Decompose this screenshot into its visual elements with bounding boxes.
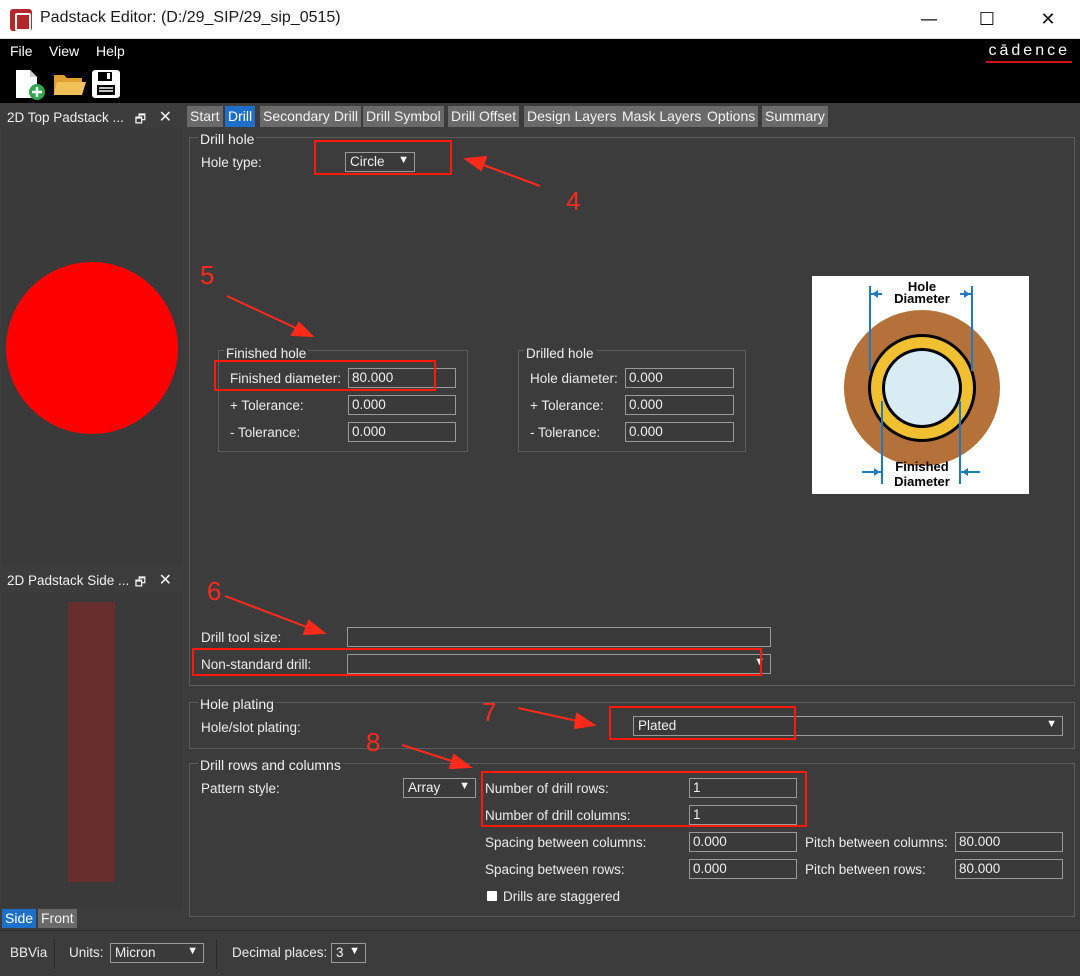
save-icon[interactable] [90, 68, 124, 100]
cadence-logo: cādence [988, 42, 1070, 59]
decimal-places-select[interactable]: 3 ▼ [331, 943, 366, 963]
minimize-button[interactable]: — [900, 0, 958, 39]
drill-rows-title: Drill rows and columns [198, 757, 343, 773]
drilled-minus-tolerance-label: - Tolerance: [530, 425, 601, 440]
drill-hole-title: Drill hole [198, 131, 257, 147]
tab-design-layers[interactable]: Design Layers [524, 106, 620, 127]
annotation-4: 4 [566, 186, 581, 216]
top-view-pane-header: 2D Top Padstack ... 🗗 ✕ [2, 106, 182, 128]
top-view-canvas [2, 128, 182, 564]
annotation-5: 5 [200, 260, 215, 290]
drill-tool-size-label: Drill tool size: [201, 630, 282, 645]
toolbar [0, 65, 1080, 103]
chevron-down-icon: ▼ [187, 945, 198, 957]
side-view-canvas [2, 592, 182, 908]
tab-options[interactable]: Options [704, 106, 759, 127]
chevron-down-icon: ▼ [459, 780, 470, 792]
hole-diagram: Hole Diameter Finished Diameter [812, 276, 1029, 494]
annotation-box-drill-count [481, 771, 807, 827]
pattern-style-select[interactable]: Array ▼ [403, 778, 476, 798]
annotation-6: 6 [207, 576, 222, 606]
annotation-box-hole-type [314, 140, 452, 175]
pattern-style-label: Pattern style: [201, 781, 280, 796]
pitch-columns-input[interactable]: 80.000 [955, 832, 1063, 852]
tab-drill-offset[interactable]: Drill Offset [448, 106, 520, 127]
diagram-finished-diameter-label: Diameter [894, 474, 950, 489]
hole-diameter-input[interactable]: 0.000 [625, 368, 734, 388]
chevron-down-icon: ▼ [1046, 718, 1057, 730]
tab-secondary-drill[interactable]: Secondary Drill [260, 106, 361, 127]
units-select[interactable]: Micron ▼ [110, 943, 204, 963]
spacing-rows-label: Spacing between rows: [485, 862, 625, 877]
drilled-plus-tolerance-label: + Tolerance: [530, 398, 604, 413]
undock-icon[interactable]: 🗗 [135, 573, 146, 594]
decimal-places-label: Decimal places: [232, 945, 328, 960]
window-title: Padstack Editor: (D:/29_SIP/29_sip_0515) [40, 9, 341, 26]
pitch-rows-label: Pitch between rows: [805, 862, 926, 877]
pad-circle [6, 262, 178, 434]
diagram-diameter-label: Diameter [894, 291, 950, 306]
annotation-box-finished-diameter [214, 360, 436, 391]
tab-drill[interactable]: Drill [225, 106, 256, 127]
maximize-button[interactable]: ☐ [958, 0, 1016, 39]
app-icon [10, 9, 32, 31]
diagram-finished-label: Finished [895, 459, 949, 474]
open-folder-icon[interactable] [52, 69, 88, 99]
cadence-logo-underline [986, 61, 1072, 63]
divider [54, 939, 55, 969]
hole-slot-plating-label: Hole/slot plating: [201, 720, 301, 735]
annotation-7: 7 [482, 697, 497, 727]
finished-plus-tolerance-label: + Tolerance: [230, 398, 304, 413]
spacing-columns-input[interactable]: 0.000 [689, 832, 797, 852]
close-pane-icon[interactable]: ✕ [159, 107, 172, 127]
menu-file[interactable]: File [10, 43, 33, 59]
side-view-pane-title: 2D Padstack Side ... [7, 573, 130, 588]
status-bar: BBVia Units: Micron ▼ Decimal places: 3 ▼ [0, 930, 1080, 976]
tab-mask-layers[interactable]: Mask Layers [619, 106, 705, 127]
finished-plus-tolerance-input[interactable]: 0.000 [348, 395, 456, 415]
tab-drill-symbol[interactable]: Drill Symbol [363, 106, 444, 127]
drilled-plus-tolerance-input[interactable]: 0.000 [625, 395, 734, 415]
side-view-pane-header: 2D Padstack Side ... 🗗 ✕ [2, 569, 182, 591]
tab-front[interactable]: Front [38, 909, 77, 928]
spacing-rows-input[interactable]: 0.000 [689, 859, 797, 879]
annotation-box-plating [609, 706, 796, 740]
units-label: Units: [69, 945, 104, 960]
top-view-pane-title: 2D Top Padstack ... [7, 110, 124, 125]
finished-minus-tolerance-label: - Tolerance: [230, 425, 301, 440]
hole-plating-title: Hole plating [198, 696, 276, 712]
title-bar: Padstack Editor: (D:/29_SIP/29_sip_0515)… [0, 0, 1080, 39]
finished-minus-tolerance-input[interactable]: 0.000 [348, 422, 456, 442]
annotation-box-non-standard-drill [192, 648, 762, 676]
menu-view[interactable]: View [49, 43, 79, 59]
staggered-checkbox[interactable] [487, 891, 497, 901]
new-file-icon[interactable] [12, 68, 48, 102]
finished-hole-title: Finished hole [224, 346, 309, 361]
close-pane-icon[interactable]: ✕ [159, 570, 172, 590]
hole-type-label: Hole type: [201, 155, 262, 170]
pitch-columns-label: Pitch between columns: [805, 835, 948, 850]
divider [216, 939, 217, 969]
spacing-columns-label: Spacing between columns: [485, 835, 647, 850]
menu-bar: File View Help cādence [0, 39, 1080, 65]
tab-start[interactable]: Start [187, 106, 223, 127]
tab-side[interactable]: Side [2, 909, 37, 928]
chevron-down-icon: ▼ [349, 945, 360, 957]
staggered-label: Drills are staggered [503, 889, 621, 904]
drilled-minus-tolerance-input[interactable]: 0.000 [625, 422, 734, 442]
drill-barrel [68, 602, 115, 882]
tab-summary[interactable]: Summary [762, 106, 828, 127]
close-window-button[interactable]: ✕ [1019, 0, 1077, 39]
drill-tool-size-input[interactable] [347, 627, 771, 647]
menu-help[interactable]: Help [96, 43, 125, 59]
annotation-8: 8 [366, 727, 381, 757]
hole-diameter-label: Hole diameter: [530, 371, 618, 386]
padstack-name: BBVia [10, 945, 48, 960]
pitch-rows-input[interactable]: 80.000 [955, 859, 1063, 879]
drilled-hole-title: Drilled hole [524, 346, 596, 361]
